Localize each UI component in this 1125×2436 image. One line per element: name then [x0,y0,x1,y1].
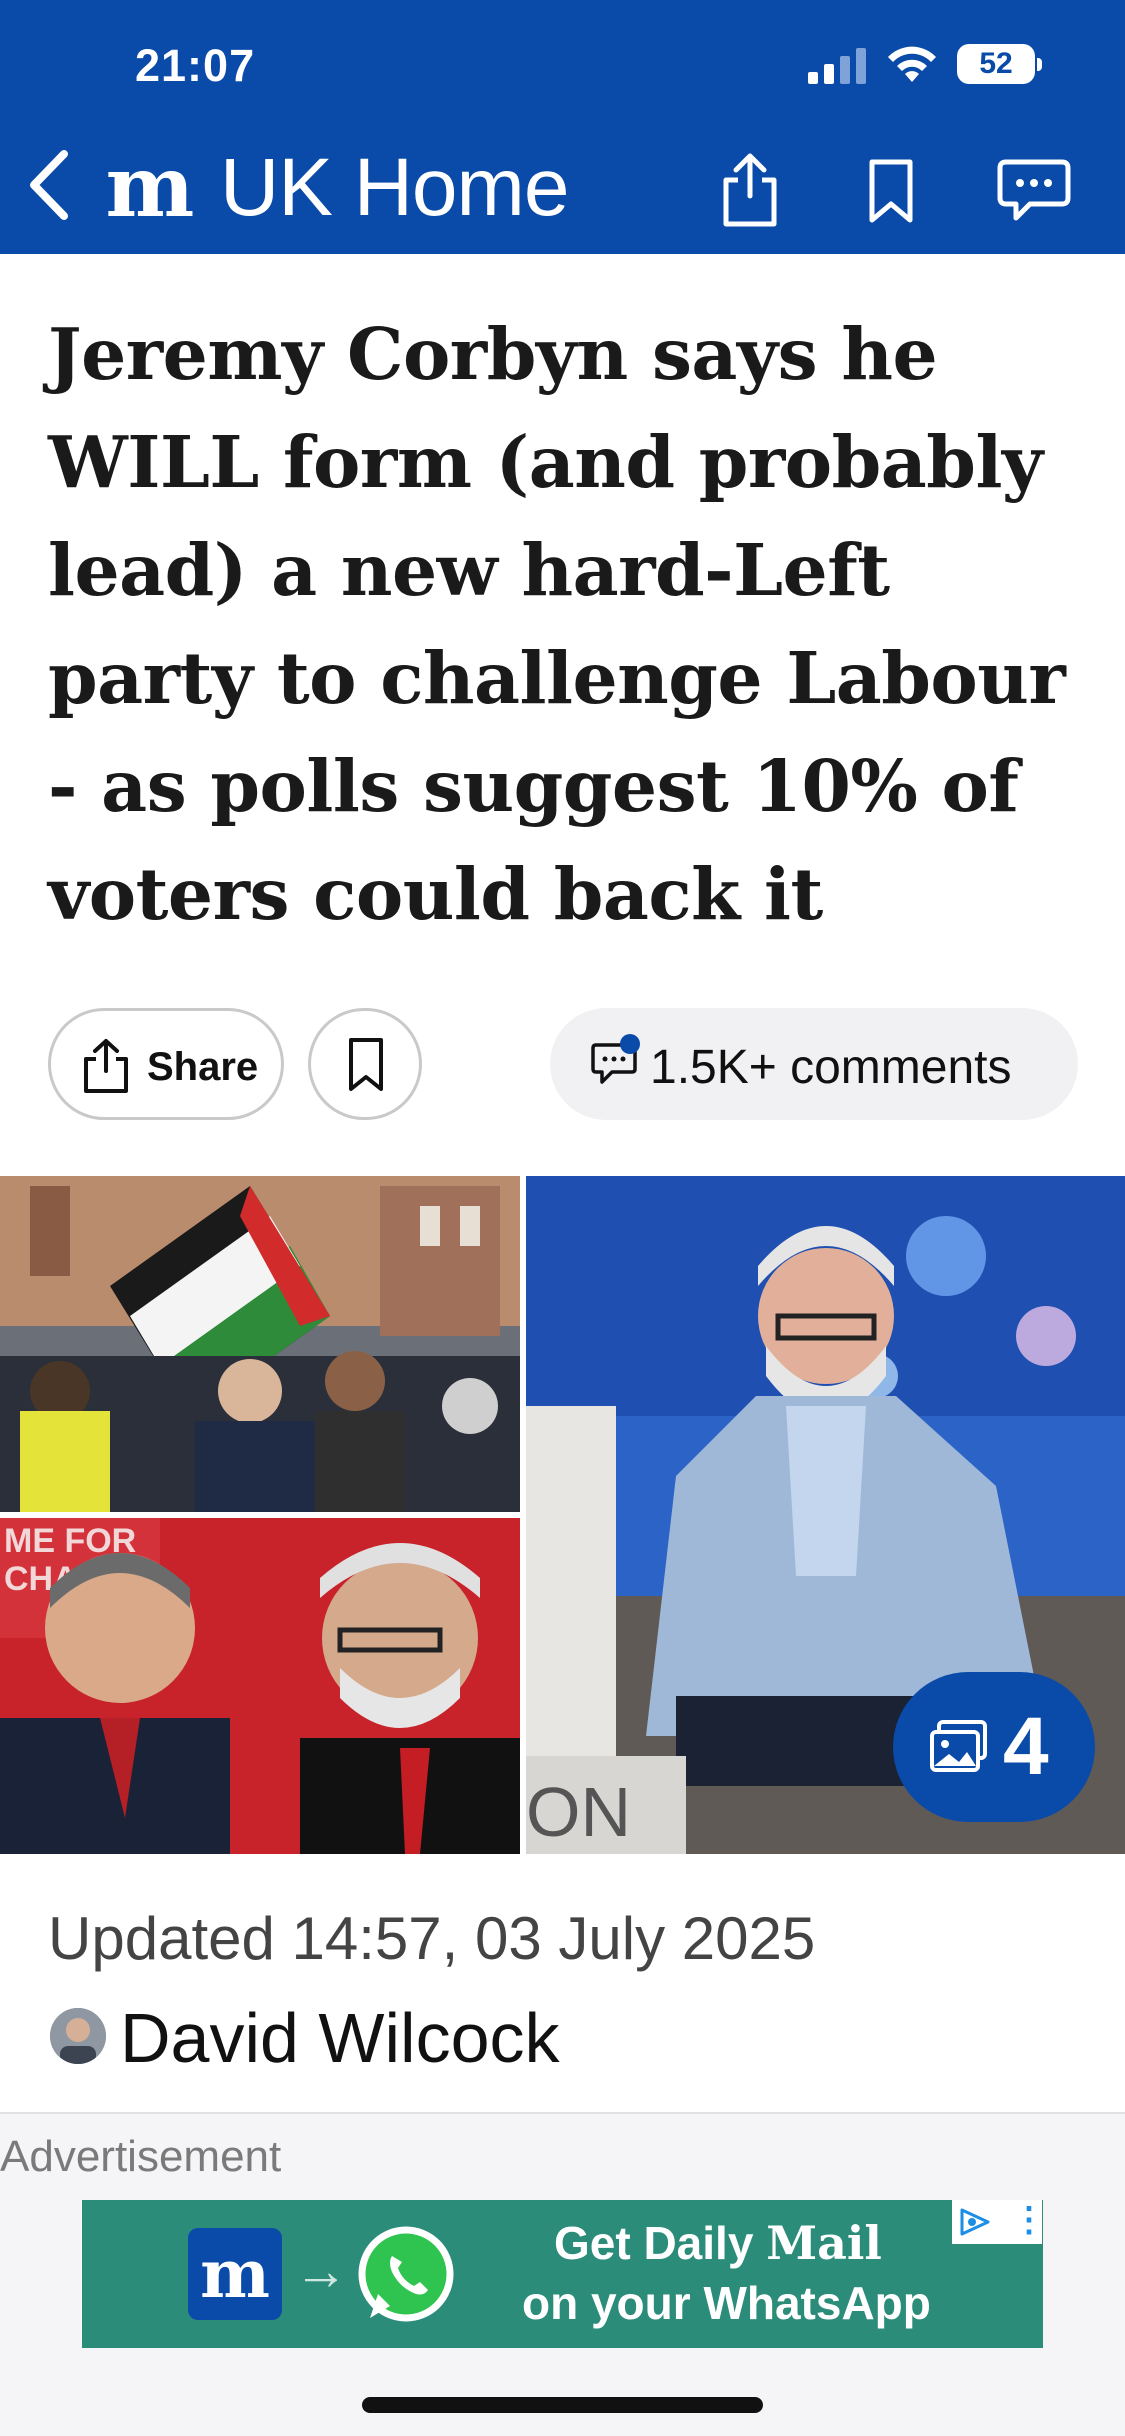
comments-button[interactable]: 1.5K+ comments [550,1008,1078,1120]
ad-line1-prefix: Get Daily [554,2217,767,2269]
svg-text:m: m [106,150,195,230]
ad-more-options-icon[interactable]: ⋮ [1012,2202,1043,2238]
dailymail-logo-icon[interactable]: m [104,150,196,230]
gallery-images-icon [930,1720,987,1772]
battery-level: 52 [979,47,1013,80]
advertisement-label: Advertisement [0,2132,282,2181]
top-bar: 21:07 52 m UK Home [0,0,1125,254]
set-text: ON [526,1773,631,1851]
adchoices-icon [960,2208,990,2236]
author-avatar[interactable] [50,2008,106,2064]
updated-timestamp: Updated 14:57, 03 July 2025 [48,1905,816,1972]
gallery-count: 4 [1003,1701,1049,1792]
author-name[interactable]: David Wilcock [120,1998,560,2078]
ad-line1-brand: Mail [766,2216,882,2270]
wifi-icon [888,46,936,82]
dailymail-logo-icon: m [188,2228,282,2320]
adchoices-button[interactable]: ⋮ [952,2200,1043,2244]
share-icon[interactable] [720,150,780,230]
new-comments-dot [620,1034,640,1054]
ad-headline-line2: on your WhatsApp [522,2277,931,2329]
ad-headline-line1: Get Daily Mail [554,2216,882,2270]
share-label: Share [147,1045,259,1089]
status-time: 21:07 [135,40,256,91]
arrow-right-icon: → [294,2241,348,2301]
gallery-count-badge[interactable]: 4 [893,1672,1095,1822]
back-chevron-icon[interactable] [24,148,76,222]
starmer-corbyn-photo[interactable]: ME FOR CHA [0,1518,520,1854]
page-title[interactable]: UK Home [220,140,569,236]
whatsapp-ad-banner[interactable]: m → Get Daily Mail on your WhatsApp ⋮ [82,2200,1043,2348]
battery-indicator: 52 [957,44,1042,84]
share-button[interactable]: Share [48,1008,284,1120]
comment-icon[interactable] [996,158,1072,222]
share-icon [84,1039,128,1093]
whatsapp-icon [358,2226,454,2322]
article-image-collage[interactable]: ME FOR CHA ON 4 [0,1176,1125,1854]
bookmark-button[interactable] [308,1008,422,1120]
advertisement-section: Advertisement m → Get Daily Mail on your… [0,2112,1125,2436]
bookmark-icon[interactable] [862,158,920,224]
battery-tip [1037,58,1042,71]
article-headline: Jeremy Corbyn says he WILL form (and pro… [48,312,1066,936]
bookmark-icon [349,1038,383,1091]
cellular-signal-icon [808,48,866,84]
home-indicator[interactable] [362,2397,763,2413]
comments-count-label: 1.5K+ comments [650,1041,1012,1094]
protest-photo[interactable] [0,1176,520,1512]
